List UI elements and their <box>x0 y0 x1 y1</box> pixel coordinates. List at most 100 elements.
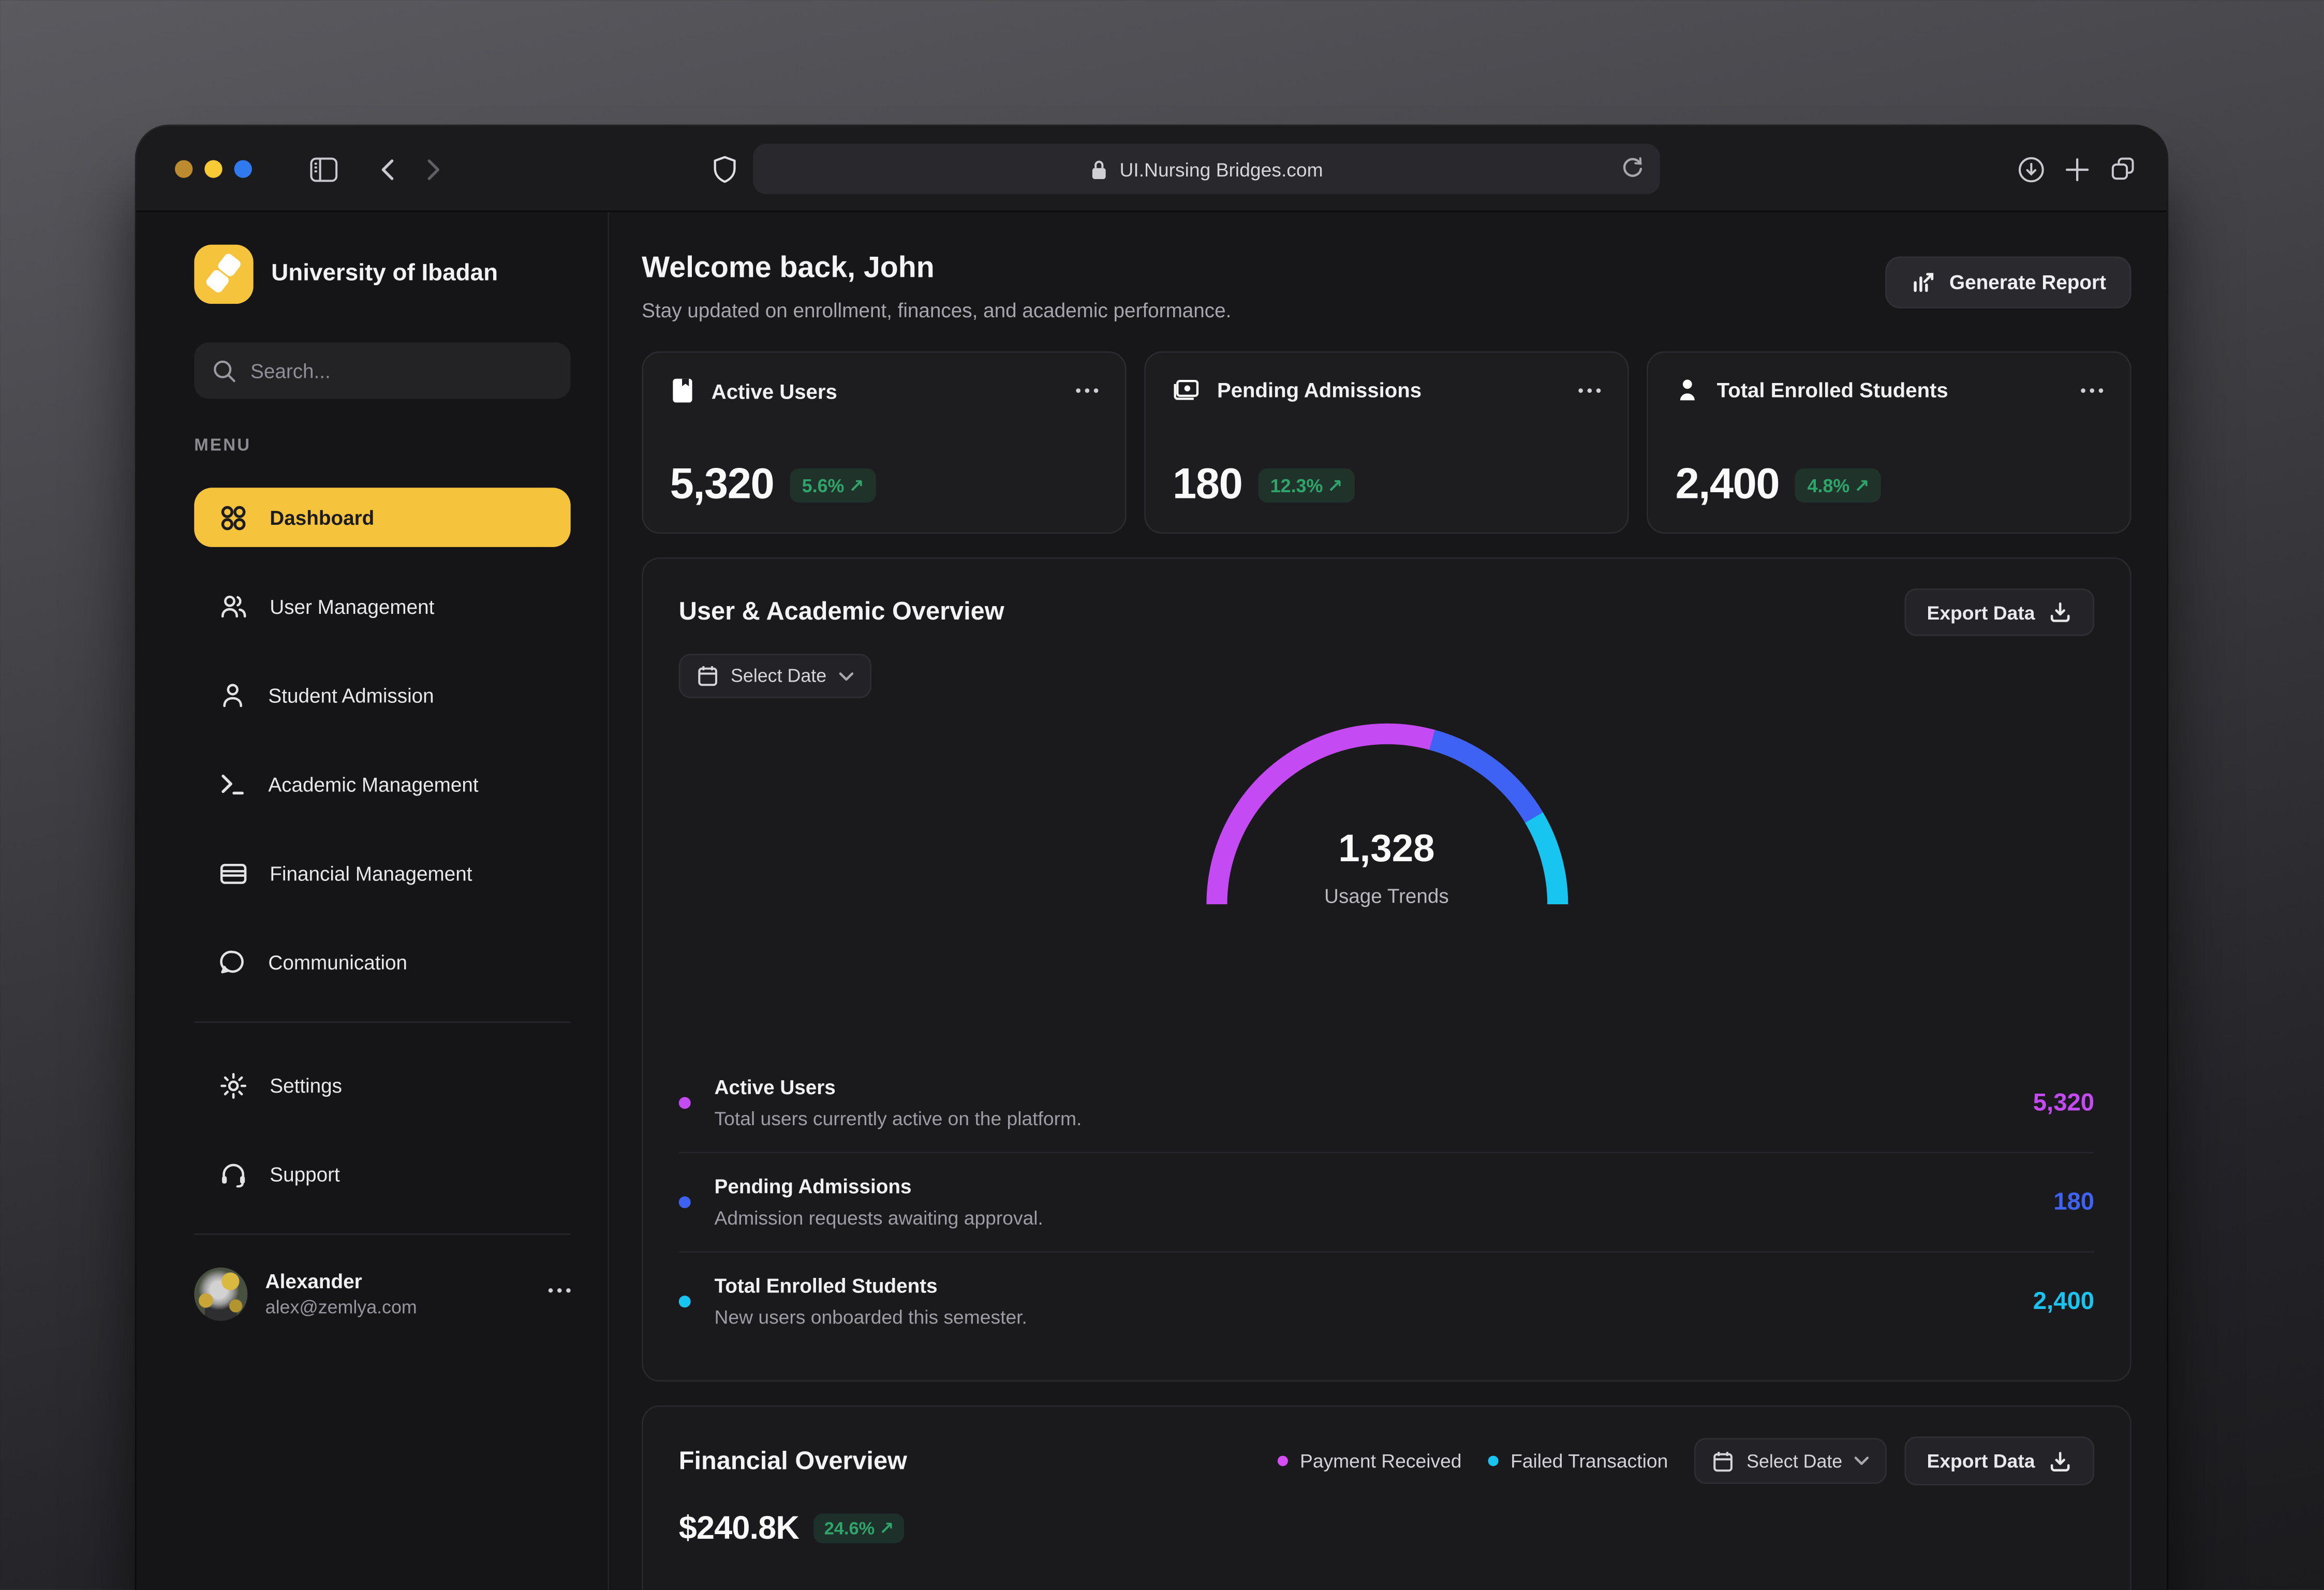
stat-label: Pending Admissions <box>1217 378 1422 402</box>
sidebar-item-label: User Management <box>270 595 434 617</box>
legend-dot <box>1278 1456 1288 1466</box>
traffic-light-zoom-icon[interactable] <box>234 160 252 178</box>
trend-badge: 4.8%↗ <box>1796 468 1882 503</box>
generate-report-label: Generate Report <box>1949 271 2106 293</box>
traffic-light-close-icon[interactable] <box>175 160 193 178</box>
sidebar-item-financial-management[interactable]: Financial Management <box>194 844 570 903</box>
sidebar-divider <box>194 1021 570 1023</box>
url-bar[interactable]: UI.Nursing Bridges.com <box>753 144 1660 194</box>
card-more-icon[interactable] <box>1578 388 1601 392</box>
sidebar-item-label: Support <box>270 1163 339 1185</box>
export-label: Export Data <box>1927 1450 2035 1472</box>
sidebar-item-label: Settings <box>270 1074 342 1096</box>
sidebar-item-communication[interactable]: Communication <box>194 933 570 992</box>
url-text: UI.Nursing Bridges.com <box>1119 158 1323 180</box>
profile-name: Alexander <box>265 1271 417 1293</box>
sidebar-item-label: Financial Management <box>270 862 472 885</box>
calendar-icon <box>1712 1449 1735 1473</box>
legend-failed-transaction: Failed Transaction <box>1488 1450 1668 1472</box>
trend-up-icon: ↗ <box>1327 475 1343 497</box>
profile-more-icon[interactable] <box>549 1288 571 1293</box>
legend-dot <box>1488 1456 1499 1466</box>
card-more-icon[interactable] <box>1075 388 1098 393</box>
metric-desc: Admission requests awaiting approval. <box>715 1206 1043 1229</box>
sidebar-item-academic-management[interactable]: Academic Management <box>194 755 570 814</box>
dashboard-grid-icon <box>219 503 247 531</box>
download-tray-icon <box>2048 1449 2072 1473</box>
metric-row-total-enrolled: Total Enrolled Students New users onboar… <box>679 1251 2094 1350</box>
users-icon <box>219 593 247 620</box>
gauge-label: Usage Trends <box>679 885 2094 907</box>
metric-value: 2,400 <box>2033 1288 2094 1316</box>
person-icon <box>219 682 246 709</box>
metric-value: 5,320 <box>2033 1089 2094 1117</box>
trend-up-icon: ↗ <box>879 1518 894 1539</box>
forward-icon[interactable] <box>422 126 445 212</box>
metric-desc: New users onboarded this semester. <box>715 1306 1027 1328</box>
sidebar-nav: Dashboard User Management <box>194 488 570 992</box>
page-header: Welcome back, John Stay updated on enrol… <box>642 252 2131 322</box>
sidebar-item-dashboard[interactable]: Dashboard <box>194 488 570 547</box>
metric-value: 180 <box>2053 1188 2094 1216</box>
traffic-light-minimize-icon[interactable] <box>204 160 222 178</box>
overview-section: User & Academic Overview Export Data <box>642 557 2131 1381</box>
main-content: Welcome back, John Stay updated on enrol… <box>609 212 2167 1590</box>
sidebar-item-label: Student Admission <box>268 684 434 706</box>
sidebar-item-settings[interactable]: Settings <box>194 1055 570 1115</box>
financial-total: $240.8K <box>679 1509 799 1548</box>
select-date-label: Select Date <box>1746 1451 1842 1471</box>
bookmark-icon <box>670 376 695 404</box>
stat-card-active-users: Active Users 5,320 5.6%↗ <box>642 351 1126 534</box>
stat-card-total-enrolled: Total Enrolled Students 2,400 4.8%↗ <box>1647 351 2131 534</box>
sidebar-item-support[interactable]: Support <box>194 1144 570 1204</box>
sidebar-divider <box>194 1233 570 1235</box>
generate-report-button[interactable]: Generate Report <box>1886 256 2131 308</box>
legend-dot <box>679 1196 691 1208</box>
credit-card-icon <box>219 861 247 886</box>
browser-toolbar: UI.Nursing Bridges.com <box>137 126 2167 212</box>
stat-card-pending-admissions: Pending Admissions 180 12.3%↗ <box>1145 351 1629 534</box>
tab-overview-icon[interactable] <box>2109 126 2137 212</box>
export-data-button[interactable]: Export Data <box>1905 588 2095 636</box>
headset-icon <box>219 1161 247 1188</box>
legend-dot <box>679 1295 691 1307</box>
stat-cards: Active Users 5,320 5.6%↗ <box>642 351 2131 534</box>
export-data-button[interactable]: Export Data <box>1905 1436 2095 1485</box>
financial-section: Financial Overview Payment Received Fail… <box>642 1405 2131 1590</box>
new-tab-icon[interactable] <box>2065 126 2090 212</box>
reload-icon[interactable] <box>1620 156 1646 185</box>
metric-rows: Active Users Total users currently activ… <box>679 1054 2094 1350</box>
select-date-dropdown[interactable]: Select Date <box>1695 1438 1887 1484</box>
sidebar-item-label: Dashboard <box>270 506 374 528</box>
search-box[interactable] <box>194 343 570 399</box>
stat-label: Active Users <box>712 379 837 403</box>
chevron-down-icon <box>838 671 853 681</box>
avatar <box>194 1268 247 1321</box>
sidebar-item-label: Communication <box>268 951 407 973</box>
downloads-icon[interactable] <box>2017 126 2045 212</box>
select-date-dropdown[interactable]: Select Date <box>679 654 871 698</box>
sidebar-item-user-management[interactable]: User Management <box>194 577 570 636</box>
trend-up-icon: ↗ <box>849 475 864 497</box>
metric-desc: Total users currently active on the plat… <box>715 1108 1082 1130</box>
trend-badge: 5.6%↗ <box>790 468 876 503</box>
desktop: UI.Nursing Bridges.com <box>0 0 2324 1590</box>
sidebar-toggle-icon[interactable] <box>310 126 338 212</box>
id-card-icon <box>1173 376 1201 403</box>
profile-card[interactable]: Alexander alex@zemlya.com <box>194 1268 570 1321</box>
search-icon <box>212 358 238 384</box>
metric-title: Total Enrolled Students <box>715 1275 1027 1297</box>
metric-row-pending-admissions: Pending Admissions Admission requests aw… <box>679 1152 2094 1251</box>
trend-badge: 24.6%↗ <box>814 1513 905 1543</box>
sidebar-item-student-admission[interactable]: Student Admission <box>194 666 570 725</box>
usage-gauge-chart: 1,328 Usage Trends <box>679 719 2094 941</box>
sidebar-item-label: Academic Management <box>268 773 478 796</box>
org-header: University of Ibadan <box>194 245 570 304</box>
shield-icon[interactable] <box>713 126 737 212</box>
menu-section-label: MENU <box>194 437 570 455</box>
card-more-icon[interactable] <box>2081 388 2103 392</box>
back-icon[interactable] <box>376 126 398 212</box>
overview-title: User & Academic Overview <box>679 597 1004 627</box>
gear-icon <box>219 1071 247 1099</box>
search-input[interactable] <box>250 360 553 382</box>
